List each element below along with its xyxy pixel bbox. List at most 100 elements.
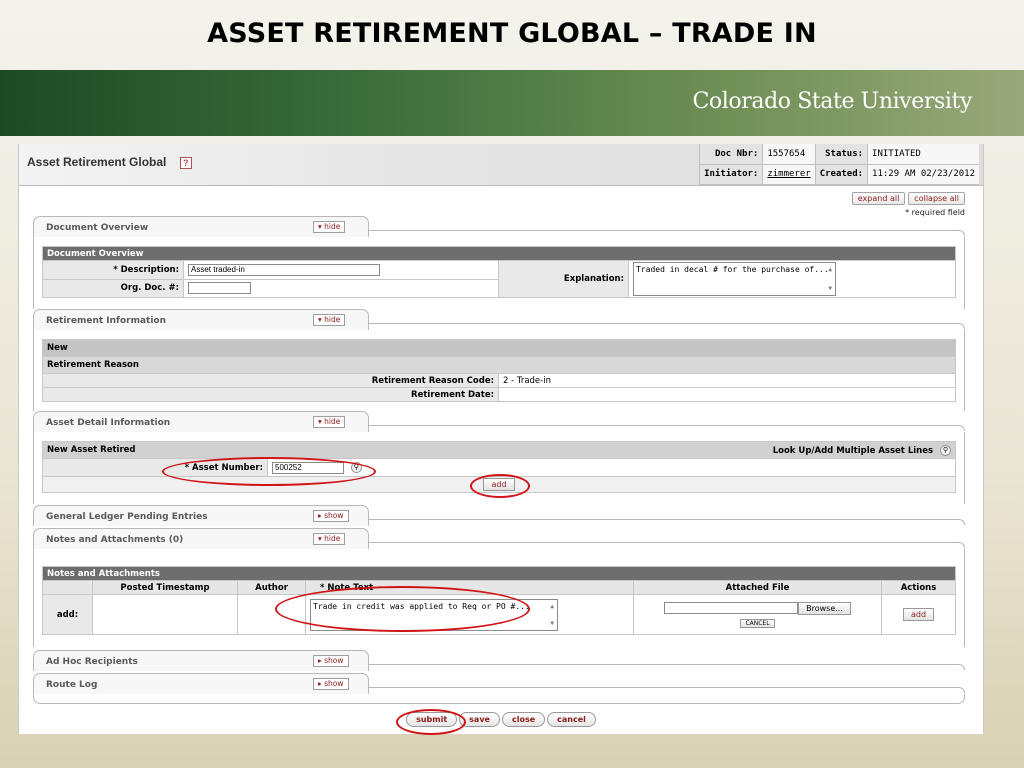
submit-button[interactable]: submit xyxy=(406,712,458,727)
tab-line xyxy=(369,519,965,525)
explanation-text: Traded in decal # for the purchase of... xyxy=(636,265,829,274)
asset-detail-toggle-button[interactable]: ▾ hide xyxy=(313,416,346,428)
notes-header: Notes and Attachments xyxy=(42,566,956,581)
university-logo: Colorado State University xyxy=(692,89,972,114)
add-note-button[interactable]: add xyxy=(902,608,935,621)
tab-notes-attachments: Notes and Attachments (0) ▾ hide xyxy=(33,528,369,549)
route-log-toggle-button[interactable]: ▸ show xyxy=(313,678,349,690)
retirement-date-value xyxy=(498,387,956,402)
help-icon[interactable]: ? xyxy=(179,156,192,169)
save-button[interactable]: save xyxy=(459,712,500,727)
tab-route-log: Route Log ▸ show xyxy=(33,673,369,694)
notes-toggle-button[interactable]: ▾ hide xyxy=(313,533,346,545)
tab-document-overview: Document Overview ▾ hide xyxy=(33,216,369,237)
tab-ad-hoc-recipients: Ad Hoc Recipients ▸ show xyxy=(33,650,369,671)
asset-detail-table: New Asset Retired Look Up/Add Multiple A… xyxy=(42,441,956,493)
tab-ad-hoc-label: Ad Hoc Recipients xyxy=(46,657,138,667)
document-overview-toggle-button[interactable]: ▾ hide xyxy=(313,221,346,233)
asset-detail-panel: New Asset Retired Look Up/Add Multiple A… xyxy=(33,432,965,504)
tab-asset-detail-information-label: Asset Detail Information xyxy=(46,418,171,428)
doc-nbr-label: Doc Nbr: xyxy=(699,144,763,165)
col-actions: Actions xyxy=(881,580,956,595)
new-asset-retired-header: New Asset Retired Look Up/Add Multiple A… xyxy=(42,441,956,459)
retirement-information-table: New Retirement Reason Retirement Reason … xyxy=(42,339,956,402)
explanation-label: Explanation: xyxy=(498,260,629,298)
retirement-reason-code-value: 2 - Trade-in xyxy=(498,373,956,388)
created-label: Created: xyxy=(814,164,868,185)
tab-line xyxy=(369,230,965,236)
file-path-input[interactable] xyxy=(664,602,799,614)
lookup-multiple-asset-lines[interactable]: Look Up/Add Multiple Asset Lines ⚲ xyxy=(772,444,951,456)
status-label: Status: xyxy=(814,144,868,165)
retirement-information-panel: New Retirement Reason Retirement Reason … xyxy=(33,330,965,411)
general-ledger-toggle-button[interactable]: ▸ show xyxy=(313,510,349,522)
tab-line xyxy=(369,425,965,431)
add-asset-button[interactable]: add xyxy=(483,478,515,491)
asset-add-row: add xyxy=(42,476,956,493)
note-text-textarea[interactable]: Trade in credit was applied to Req or PO… xyxy=(310,598,558,631)
initiator-label: Initiator: xyxy=(699,164,763,185)
lookup-multiple-label: Look Up/Add Multiple Asset Lines xyxy=(772,445,934,456)
tab-retirement-information-label: Retirement Information xyxy=(46,316,167,326)
col-author: Author xyxy=(237,580,306,595)
tab-document-overview-label: Document Overview xyxy=(46,223,149,233)
tab-retirement-information: Retirement Information ▾ hide xyxy=(33,309,369,330)
org-doc-label: Org. Doc. #: xyxy=(42,278,184,298)
retirement-reason-header: Retirement Reason xyxy=(42,356,956,374)
notes-table: Notes and Attachments Posted Timestamp A… xyxy=(42,566,956,635)
org-doc-input[interactable] xyxy=(188,282,251,295)
scroll-down-icon[interactable]: ▼ xyxy=(550,620,554,627)
expand-all-button[interactable]: expand all xyxy=(851,192,906,205)
asset-number-label: * Asset Number: xyxy=(42,458,268,477)
asset-lookup-icon[interactable]: ⚲ xyxy=(350,462,362,473)
posted-timestamp-cell xyxy=(92,594,238,635)
col-attached-file: Attached File xyxy=(633,580,882,595)
retirement-date-label: Retirement Date: xyxy=(42,387,499,402)
doc-nbr-value: 1557654 xyxy=(762,144,816,165)
browse-button[interactable]: Browse... xyxy=(798,601,851,615)
notes-corner-cell xyxy=(42,580,93,595)
document-overview-header: Document Overview xyxy=(42,246,956,261)
description-input[interactable]: Asset traded-in xyxy=(188,263,380,276)
notes-panel: Notes and Attachments Posted Timestamp A… xyxy=(33,549,965,647)
col-note-text: * Note Text xyxy=(305,580,634,595)
created-value: 11:29 AM 02/23/2012 xyxy=(867,164,979,185)
tab-asset-detail-information: Asset Detail Information ▾ hide xyxy=(33,411,369,432)
author-cell xyxy=(237,594,306,635)
tab-line xyxy=(369,542,965,548)
retirement-reason-code-label: Retirement Reason Code: xyxy=(42,373,499,388)
tabs-bottom-border xyxy=(33,694,965,704)
app-window: Asset Retirement Global ? Doc Nbr: 15576… xyxy=(18,144,984,734)
cancel-file-button[interactable]: CANCEL xyxy=(740,618,775,628)
scroll-up-icon[interactable]: ▲ xyxy=(828,266,832,273)
document-overview-panel: Document Overview * Description: Asset t… xyxy=(33,237,965,309)
close-button[interactable]: close xyxy=(501,712,546,727)
retirement-information-toggle-button[interactable]: ▾ hide xyxy=(313,314,346,326)
asset-number-input[interactable]: 500252 xyxy=(272,461,344,474)
university-banner: Colorado State University xyxy=(0,70,1024,136)
cancel-button[interactable]: cancel xyxy=(547,712,596,727)
document-header: Asset Retirement Global ? Doc Nbr: 15576… xyxy=(19,144,983,186)
new-label: New xyxy=(42,339,956,357)
initiator-link[interactable]: zimmerer xyxy=(767,169,810,179)
explanation-textarea[interactable]: Traded in decal # for the purchase of...… xyxy=(633,262,836,296)
note-text: Trade in credit was applied to Req or PO… xyxy=(313,601,530,611)
add-row-label: add: xyxy=(42,594,93,635)
required-field-note: * required field xyxy=(905,208,965,217)
bottom-button-bar: submit save close cancel xyxy=(19,712,983,727)
tab-line xyxy=(369,664,965,670)
col-posted-timestamp: Posted Timestamp xyxy=(92,580,238,595)
scroll-down-icon[interactable]: ▼ xyxy=(828,285,832,292)
scroll-up-icon[interactable]: ▲ xyxy=(550,603,554,610)
status-value: INITIATED xyxy=(867,144,979,165)
search-icon[interactable]: ⚲ xyxy=(940,444,951,456)
ad-hoc-toggle-button[interactable]: ▸ show xyxy=(313,655,349,667)
tab-general-ledger: General Ledger Pending Entries ▸ show xyxy=(33,505,369,526)
collapse-all-button[interactable]: collapse all xyxy=(908,192,965,205)
tab-route-log-label: Route Log xyxy=(46,680,98,690)
tab-line xyxy=(369,687,965,693)
document-overview-table: Document Overview * Description: Asset t… xyxy=(42,246,956,298)
page-title-text: Asset Retirement Global xyxy=(27,155,167,169)
tab-line xyxy=(369,323,965,329)
description-label: * Description: xyxy=(42,260,184,280)
